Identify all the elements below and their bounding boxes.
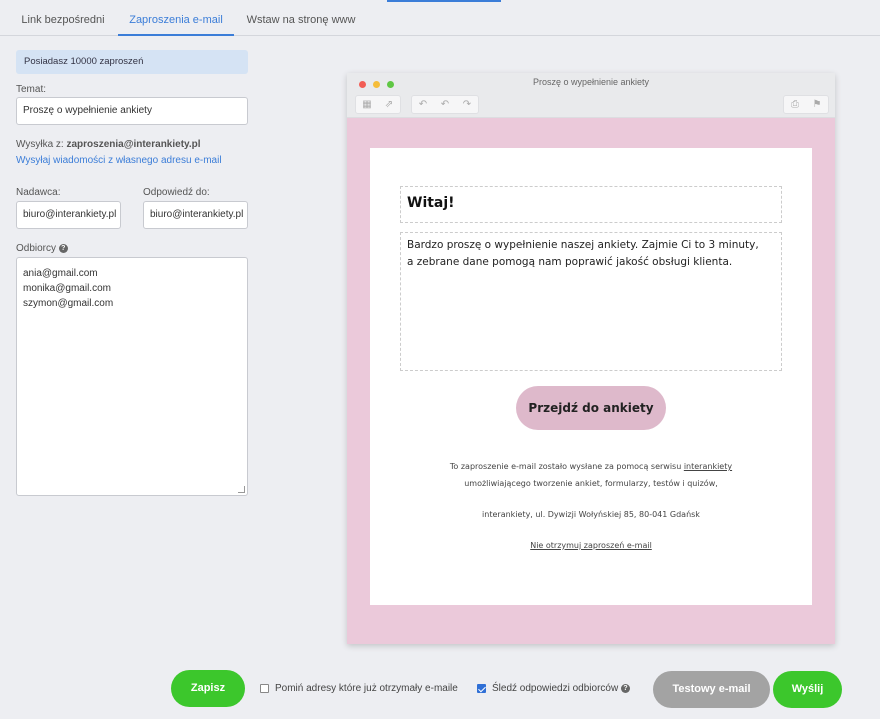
recipients-textarea[interactable]: ania@gmail.com monika@gmail.com szymon@g…	[16, 257, 248, 496]
reply-to-label: Odpowiedź do:	[143, 187, 210, 198]
tab-bar: Link bezpośredni Zaproszenia e-mail Wsta…	[0, 0, 880, 36]
sent-from-label: Wysyłka z:	[16, 139, 67, 150]
footer-text: To zaproszenie e-mail zostało wysłane za…	[449, 462, 684, 471]
toolbar-group-left: ▦ ⇗	[355, 95, 401, 114]
reply-all-icon[interactable]: ↶	[434, 96, 456, 113]
send-button[interactable]: Wyślij	[773, 671, 842, 708]
footer-address: interankiety, ul. Dywizji Wołyńskiej 85,…	[482, 510, 700, 519]
forward-icon[interactable]: ↷	[456, 96, 478, 113]
help-icon[interactable]: ?	[58, 243, 68, 253]
sender-input[interactable]: biuro@interankiety.pl	[16, 201, 121, 229]
survey-cta-button[interactable]: Przejdź do ankiety	[516, 386, 666, 430]
resize-handle-icon[interactable]	[238, 486, 245, 493]
email-card: Witaj! Bardzo proszę o wypełnienie nasze…	[370, 148, 812, 605]
footer-line-2: umożliwiającego tworzenie ankiet, formul…	[464, 479, 718, 488]
track-responses-checkbox[interactable]	[477, 684, 486, 693]
sent-from: Wysyłka z: zaproszenia@interankiety.pl	[16, 139, 201, 150]
sent-from-value: zaproszenia@interankiety.pl	[66, 139, 201, 150]
email-heading[interactable]: Witaj!	[400, 186, 782, 223]
email-body-line: a zebrane dane pomogą nam poprawić jakoś…	[407, 256, 733, 268]
footer-line-1: To zaproszenie e-mail zostało wysłane za…	[370, 462, 812, 471]
preview-window-bar: Proszę o wypełnienie ankiety ▦ ⇗ ↶ ↶ ↷ ⎙…	[347, 73, 835, 118]
sender-label: Nadawca:	[16, 187, 61, 198]
help-icon[interactable]: ?	[620, 684, 630, 693]
unsubscribe-wrap: Nie otrzymuj zaproszeń e-mail	[370, 541, 812, 550]
recipient-line: szymon@gmail.com	[23, 298, 114, 309]
test-email-button[interactable]: Testowy e-mail	[653, 671, 770, 708]
subject-input[interactable]: Proszę o wypełnienie ankiety	[16, 97, 248, 125]
tab-email-invitations[interactable]: Zaproszenia e-mail	[118, 0, 234, 36]
save-button[interactable]: Zapisz	[171, 670, 245, 707]
email-body[interactable]: Bardzo proszę o wypełnienie naszej ankie…	[400, 232, 782, 371]
subject-label: Temat:	[16, 84, 47, 95]
trash-icon[interactable]: ▦	[356, 96, 378, 113]
skip-sent-option[interactable]: Pomiń adresy które już otrzymały e-maile	[260, 683, 458, 694]
print-icon[interactable]: ⎙	[784, 96, 806, 113]
recipient-line: ania@gmail.com	[23, 268, 98, 279]
own-address-link[interactable]: Wysyłaj wiadomości z własnego adresu e-m…	[16, 155, 222, 166]
toolbar-group-right: ⎙ ⚑	[783, 95, 829, 114]
reply-icon[interactable]: ↶	[412, 96, 434, 113]
invites-info: Posiadasz 10000 zaproszeń	[16, 50, 248, 74]
recipients-label: Odbiorcy	[16, 243, 57, 254]
recipient-line: monika@gmail.com	[23, 283, 111, 294]
tab-direct-link[interactable]: Link bezpośredni	[16, 0, 110, 36]
move-icon[interactable]: ⇗	[378, 96, 400, 113]
email-body-line: Bardzo proszę o wypełnienie naszej ankie…	[407, 239, 759, 251]
track-responses-option[interactable]: Śledź odpowiedzi odbiorców ?	[477, 683, 630, 694]
toolbar-group-reply: ↶ ↶ ↷	[411, 95, 479, 114]
email-preview: Proszę o wypełnienie ankiety ▦ ⇗ ↶ ↶ ↷ ⎙…	[347, 73, 835, 644]
flag-icon[interactable]: ⚑	[806, 96, 828, 113]
skip-sent-label: Pomiń adresy które już otrzymały e-maile	[275, 683, 458, 694]
reply-to-input[interactable]: biuro@interankiety.pl	[143, 201, 248, 229]
footer-service-link[interactable]: interankiety	[684, 462, 732, 471]
preview-window-title: Proszę o wypełnienie ankiety	[532, 77, 650, 87]
unsubscribe-link[interactable]: Nie otrzymuj zaproszeń e-mail	[530, 541, 652, 550]
tab-embed-website[interactable]: Wstaw na stronę www	[242, 0, 360, 36]
track-responses-label: Śledź odpowiedzi odbiorców	[492, 683, 619, 694]
recipients-heading: Odbiorcy ?	[16, 243, 68, 254]
skip-sent-checkbox[interactable]	[260, 684, 269, 693]
